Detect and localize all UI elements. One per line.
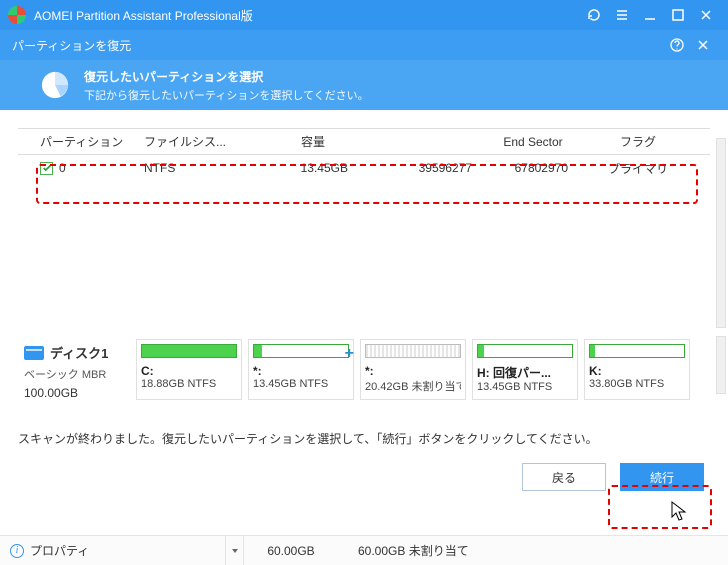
footer-desc: 60.00GB 未割り当て xyxy=(338,542,469,559)
partition-sublabel: 13.45GB NTFS xyxy=(477,381,573,393)
dialog-header: パーティションを復元 xyxy=(0,30,728,60)
partition-label: *: xyxy=(253,364,349,378)
partition-card[interactable]: *:20.42GB 未割り当て xyxy=(360,339,466,400)
close-button[interactable] xyxy=(692,1,720,29)
table-row[interactable]: 0 NTFS 13.45GB 39596277 67802970 プライマリ xyxy=(18,155,710,181)
dialog-title: パーティションを復元 xyxy=(12,37,664,54)
disk-name: ディスク1 xyxy=(50,343,108,362)
cell-end-sector: 67802970 xyxy=(478,161,588,175)
refresh-button[interactable] xyxy=(580,1,608,29)
pie-chart-icon xyxy=(40,70,70,100)
app-logo-icon xyxy=(8,6,26,24)
col-flag[interactable]: フラグ xyxy=(588,133,688,150)
usage-bar xyxy=(477,344,573,358)
continue-button[interactable]: 続行 xyxy=(620,463,704,491)
cell-capacity: 13.45GB xyxy=(248,161,378,175)
property-label: プロパティ xyxy=(30,542,89,559)
col-end-sector[interactable]: End Sector xyxy=(478,135,588,149)
partition-label: C: xyxy=(141,364,237,378)
dialog-close-button[interactable] xyxy=(690,32,716,58)
scrollbar[interactable] xyxy=(716,138,726,328)
app-titlebar: AOMEI Partition Assistant Professional版 xyxy=(0,0,728,30)
disk-layout-panel: ディスク1 ベーシック MBR 100.00GB C:18.88GB NTFS+… xyxy=(18,339,710,400)
cell-flag: プライマリ xyxy=(588,160,688,177)
cell-partition: 0 xyxy=(59,161,66,175)
status-bar: i プロパティ 60.00GB 60.00GB 未割り当て xyxy=(0,535,728,565)
scrollbar[interactable] xyxy=(716,336,726,394)
col-capacity[interactable]: 容量 xyxy=(248,133,378,150)
info-icon: i xyxy=(10,544,24,558)
disk-info: ディスク1 ベーシック MBR 100.00GB xyxy=(18,339,128,400)
help-button[interactable] xyxy=(664,32,690,58)
disk-size: 100.00GB xyxy=(24,386,128,400)
partition-label: *: xyxy=(365,364,461,378)
menu-button[interactable] xyxy=(608,1,636,29)
minimize-button[interactable] xyxy=(636,1,664,29)
partition-card[interactable]: K:33.80GB NTFS xyxy=(584,339,690,400)
partition-card[interactable]: H: 回復パー...13.45GB NTFS xyxy=(472,339,578,400)
partition-label: H: 回復パー... xyxy=(477,364,573,381)
partition-sublabel: 20.42GB 未割り当て xyxy=(365,378,461,394)
partition-card[interactable]: +*:13.45GB NTFS xyxy=(248,339,354,400)
partition-card[interactable]: C:18.88GB NTFS xyxy=(136,339,242,400)
row-checkbox[interactable] xyxy=(40,162,53,175)
partition-sublabel: 33.80GB NTFS xyxy=(589,378,685,390)
partition-sublabel: 13.45GB NTFS xyxy=(253,378,349,390)
col-filesystem[interactable]: ファイルシス... xyxy=(138,133,248,150)
col-partition[interactable]: パーティション xyxy=(18,133,138,150)
plus-icon: + xyxy=(345,345,354,363)
partition-label: K: xyxy=(589,364,685,378)
usage-bar xyxy=(141,344,237,358)
status-message: スキャンが終わりました。復元したいパーティションを選択して、「続行」ボタンをクリ… xyxy=(18,430,710,447)
usage-bar xyxy=(365,344,461,358)
usage-bar: + xyxy=(253,344,349,358)
hdd-icon xyxy=(24,346,44,360)
cell-filesystem: NTFS xyxy=(138,161,248,175)
disk-type: ベーシック MBR xyxy=(24,366,128,382)
property-dropdown[interactable] xyxy=(226,536,244,565)
dialog-content: パーティション ファイルシス... 容量 End Sector フラグ 0 NT… xyxy=(0,110,728,535)
partition-table: パーティション ファイルシス... 容量 End Sector フラグ 0 NT… xyxy=(18,128,710,331)
partition-sublabel: 18.88GB NTFS xyxy=(141,378,237,390)
property-button[interactable]: i プロパティ xyxy=(0,536,226,565)
banner-subtitle: 下記から復元したいパーティションを選択してください。 xyxy=(84,87,369,103)
app-title: AOMEI Partition Assistant Professional版 xyxy=(34,7,580,24)
table-header-row: パーティション ファイルシス... 容量 End Sector フラグ xyxy=(18,129,710,155)
cell-start-sector: 39596277 xyxy=(378,161,478,175)
usage-bar xyxy=(589,344,685,358)
instruction-banner: 復元したいパーティションを選択 下記から復元したいパーティションを選択してくださ… xyxy=(0,60,728,110)
footer-size: 60.00GB xyxy=(244,544,338,558)
back-button[interactable]: 戻る xyxy=(522,463,606,491)
maximize-button[interactable] xyxy=(664,1,692,29)
banner-title: 復元したいパーティションを選択 xyxy=(84,68,369,85)
